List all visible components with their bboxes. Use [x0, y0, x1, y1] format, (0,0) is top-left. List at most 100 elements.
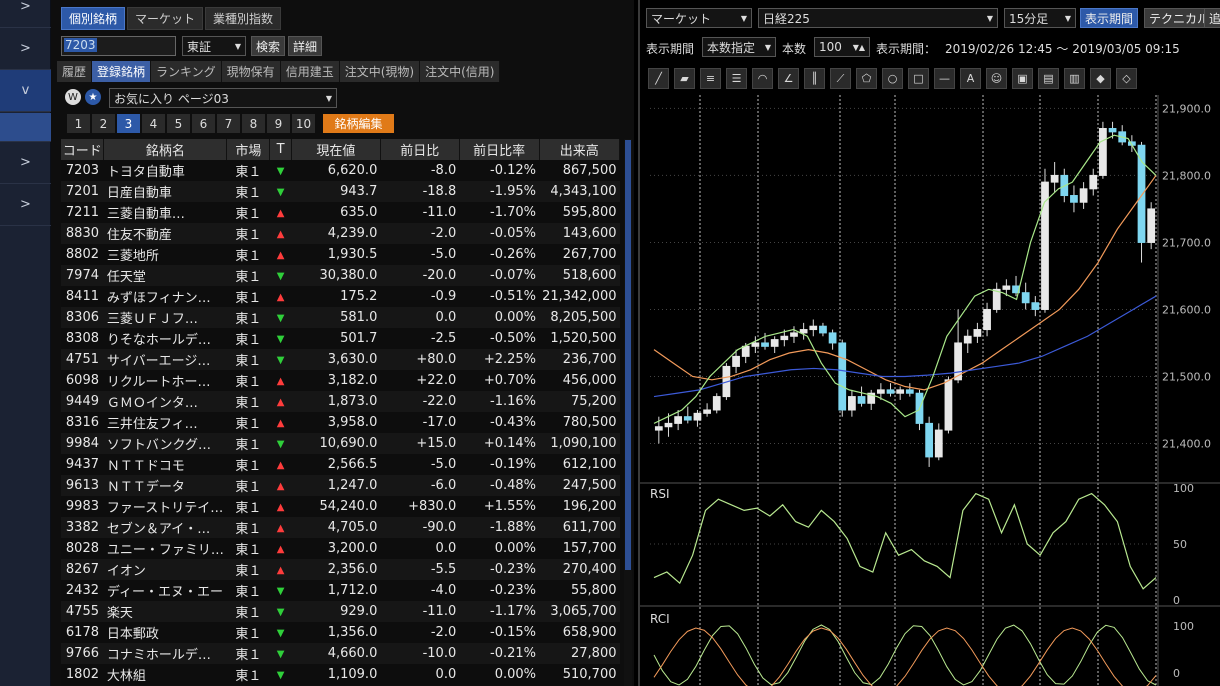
period-mode-select[interactable]: 本数指定 ▼	[702, 37, 776, 57]
table-row[interactable]: 8028 ユニー・ファミリ… 東１ ▲ 3,200.0 0.0 0.00% 157,700	[61, 538, 620, 559]
icon-stamp-icon[interactable]: ☺	[986, 68, 1007, 89]
tab-orders-cash[interactable]: 注文中(現物)	[339, 61, 421, 82]
exchange-select[interactable]: 東証 ▼	[182, 36, 246, 56]
trend-icon[interactable]: ⟋	[830, 68, 851, 89]
interval-select[interactable]: 15分足 ▼	[1004, 8, 1076, 28]
header-change-pct[interactable]: 前日比率	[459, 139, 540, 160]
text-icon[interactable]: A	[960, 68, 981, 89]
page-10[interactable]: 10	[292, 114, 315, 133]
header-volume[interactable]: 出来高	[539, 139, 621, 160]
page-2[interactable]: 2	[92, 114, 115, 133]
icon2-icon[interactable]: ▣	[1012, 68, 1033, 89]
header-change[interactable]: 前日比	[380, 139, 460, 160]
search-button[interactable]: 検索	[251, 36, 286, 56]
header-market[interactable]: 市場	[226, 139, 271, 160]
nav-sub-item[interactable]	[0, 113, 51, 142]
table-row[interactable]: 7201 日産自動車 東１ ▼ 943.7 -18.8 -1.95% 4,343,100	[61, 181, 620, 202]
tab-sector-index[interactable]: 業種別指数	[205, 7, 282, 30]
header-price[interactable]: 現在値	[291, 139, 381, 160]
cell-price: 3,182.0	[291, 370, 381, 391]
vline-icon[interactable]: ║	[804, 68, 825, 89]
triangle-up-icon: ▲	[276, 376, 285, 387]
tab-margin-positions[interactable]: 信用建玉	[280, 61, 340, 82]
star-icon[interactable]: ★	[85, 89, 101, 105]
nav-expand-4[interactable]: >	[0, 184, 51, 226]
page-3[interactable]: 3	[117, 114, 140, 133]
fan-icon[interactable]: ◠	[752, 68, 773, 89]
icon3-icon[interactable]: ▤	[1038, 68, 1059, 89]
page-9[interactable]: 9	[267, 114, 290, 133]
table-row[interactable]: 4755 楽天 東１ ▼ 929.0 -11.0 -1.17% 3,065,700	[61, 601, 620, 622]
favorites-select[interactable]: お気に入り ページ03 ▼	[109, 88, 337, 108]
table-row[interactable]: 2432 ディー・エヌ・エー 東１ ▼ 1,712.0 -4.0 -0.23% 55,800	[61, 580, 620, 601]
table-row[interactable]: 8308 りそなホールデ… 東１ ▼ 501.7 -2.5 -0.50% 1,520,500	[61, 328, 620, 349]
tab-cash-holdings[interactable]: 現物保有	[221, 61, 281, 82]
table-row[interactable]: 6178 日本郵政 東１ ▼ 1,356.0 -2.0 -0.15% 658,900	[61, 622, 620, 643]
table-row[interactable]: 9613 ＮＴＴデータ 東１ ▲ 1,247.0 -6.0 -0.48% 247,500	[61, 475, 620, 496]
tab-individual-stock[interactable]: 個別銘柄	[61, 7, 126, 30]
table-row[interactable]: 8316 三井住友フィ… 東１ ▲ 3,958.0 -17.0 -0.43% 780,500	[61, 412, 620, 433]
tab-registered[interactable]: 登録銘柄	[92, 61, 152, 82]
table-row[interactable]: 8802 三菱地所 東１ ▲ 1,930.5 -5.0 -0.26% 267,700	[61, 244, 620, 265]
table-row[interactable]: 9984 ソフトバンクグ… 東１ ▼ 10,690.0 +15.0 +0.14% 1,090,…	[61, 433, 620, 454]
header-name[interactable]: 銘柄名	[103, 139, 228, 160]
dash-icon[interactable]: —	[934, 68, 955, 89]
table-row[interactable]: 6098 リクルートホー… 東１ ▲ 3,182.0 +22.0 +0.70% 456,000	[61, 370, 620, 391]
rect-icon[interactable]: □	[908, 68, 929, 89]
nav-expand-3[interactable]: >	[0, 142, 51, 184]
eraser-icon[interactable]: ▰	[674, 68, 695, 89]
page-8[interactable]: 8	[242, 114, 265, 133]
table-row[interactable]: 9766 コナミホールデ… 東１ ▼ 4,660.0 -10.0 -0.21% 27,800	[61, 643, 620, 664]
tab-orders-margin[interactable]: 注文中(信用)	[420, 61, 501, 82]
detail-button[interactable]: 詳細	[288, 36, 323, 56]
nav-expand-1[interactable]: >	[0, 0, 51, 28]
table-row[interactable]: 1802 大林組 東１ ▼ 1,109.0 0.0 0.00% 510,700	[61, 664, 620, 685]
table-row[interactable]: 8267 イオン 東１ ▲ 2,356.0 -5.5 -0.23% 270,400	[61, 559, 620, 580]
page-6[interactable]: 6	[192, 114, 215, 133]
table-row[interactable]: 8830 住友不動産 東１ ▲ 4,239.0 -2.0 -0.05% 143,600	[61, 223, 620, 244]
table-row[interactable]: 4751 サイバーエージ… 東１ ▼ 3,630.0 +80.0 +2.25% 236,700	[61, 349, 620, 370]
page-1[interactable]: 1	[67, 114, 90, 133]
tab-ranking[interactable]: ランキング	[151, 61, 222, 82]
header-trend[interactable]: T	[269, 139, 292, 160]
nav-expand-active[interactable]: v	[0, 70, 51, 112]
table-row[interactable]: 8306 三菱ＵＦＪフ… 東１ ▼ 581.0 0.0 0.00% 8,205,500	[61, 307, 620, 328]
cell-name: 日本郵政	[103, 622, 227, 643]
table-row[interactable]: 3382 セブン＆アイ・… 東１ ▲ 4,705.0 -90.0 -1.88% 611,700	[61, 517, 620, 538]
cell-code: 9449	[61, 391, 104, 412]
page-5[interactable]: 5	[167, 114, 190, 133]
tab-market[interactable]: マーケット	[127, 7, 204, 30]
table-row[interactable]: 8411 みずほフィナン… 東１ ▲ 175.2 -0.9 -0.51% 21,342,000	[61, 286, 620, 307]
tab-add[interactable]: 追	[1204, 8, 1220, 28]
index-select[interactable]: 日経225 ▼	[758, 8, 998, 28]
icon5-icon[interactable]: ◆	[1090, 68, 1111, 89]
table-row[interactable]: 9983 ファーストリテイ… 東１ ▲ 54,240.0 +830.0 +1.55% 196,…	[61, 496, 620, 517]
edit-stocks-button[interactable]: 銘柄編集	[323, 114, 394, 133]
page-4[interactable]: 4	[142, 114, 165, 133]
table-row[interactable]: 7211 三菱自動車… 東１ ▲ 635.0 -11.0 -1.70% 595,800	[61, 202, 620, 223]
icon6-icon[interactable]: ◇	[1116, 68, 1137, 89]
table-scrollbar-thumb[interactable]	[625, 140, 631, 570]
icon4-icon[interactable]: ▥	[1064, 68, 1085, 89]
hline-icon[interactable]: ≡	[700, 68, 721, 89]
cell-trend: ▼	[269, 307, 292, 328]
pentagon-icon[interactable]: ⬠	[856, 68, 877, 89]
table-row[interactable]: 7203 トヨタ自動車 東１ ▼ 6,620.0 -8.0 -0.12% 867,500	[61, 160, 620, 181]
chart-market-select[interactable]: マーケット ▼	[646, 8, 752, 28]
table-row[interactable]: 9449 ＧＭＯインタ… 東１ ▲ 1,873.0 -22.0 -1.16% 75,200	[61, 391, 620, 412]
header-code[interactable]: コード	[61, 139, 105, 160]
line-tool-icon[interactable]: ╱	[648, 68, 669, 89]
table-row[interactable]: 9437 ＮＴＴドコモ 東１ ▲ 2,566.5 -5.0 -0.19% 612,100	[61, 454, 620, 475]
tab-history[interactable]: 履歴	[57, 61, 93, 82]
multi-hline-icon[interactable]: ☰	[726, 68, 747, 89]
page-7[interactable]: 7	[217, 114, 240, 133]
table-row[interactable]: 7974 任天堂 東１ ▼ 30,380.0 -20.0 -0.07% 518,600	[61, 265, 620, 286]
w-icon[interactable]: W	[65, 89, 81, 105]
circle-icon[interactable]: ○	[882, 68, 903, 89]
nav-expand-2[interactable]: >	[0, 28, 51, 70]
tab-display-period[interactable]: 表示期間	[1080, 8, 1139, 28]
code-input[interactable]: 7203	[61, 36, 176, 56]
gann-icon[interactable]: ∠	[778, 68, 799, 89]
price-chart[interactable]: 21,900.0 21,800.0 21,700.0 21,600.0 21,500.0…	[640, 95, 1220, 686]
count-stepper[interactable]: 100 ▼▲	[814, 37, 870, 57]
